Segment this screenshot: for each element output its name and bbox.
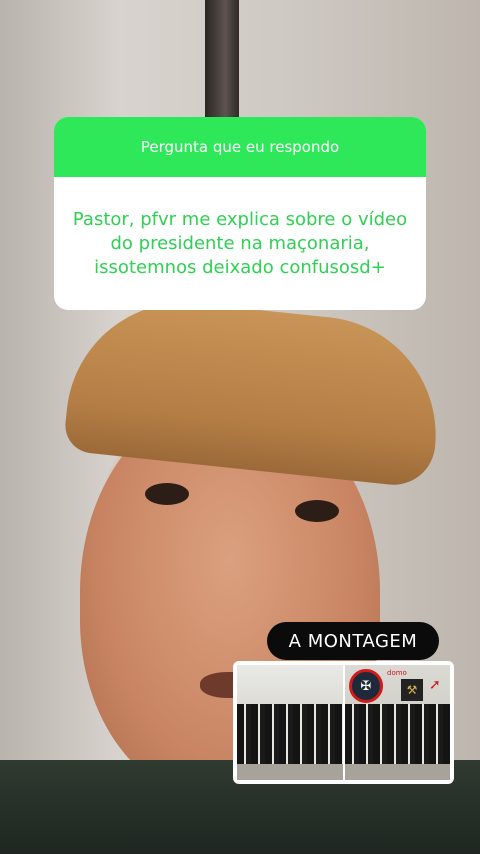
question-body: Pastor, pfvr me explica sobre o vídeo do… (54, 177, 426, 310)
left-eye (145, 483, 189, 505)
question-text: Pastor, pfvr me explica sobre o vídeo do… (72, 208, 408, 278)
question-header: Pergunta que eu respondo (54, 117, 426, 177)
masonic-square-icon: ⚒ (401, 679, 423, 701)
floor-left (237, 764, 343, 780)
question-header-text: Pergunta que eu respondo (140, 138, 340, 156)
masonic-emblem-icon: ✠ (349, 669, 383, 703)
arrow-icon: ➚ (429, 677, 441, 693)
montage-label-text: A MONTAGEM (288, 630, 418, 652)
floor-right (345, 764, 450, 780)
right-eye (295, 500, 339, 522)
group-photo-right: ✠ domo ⚒ ➚ (345, 665, 450, 780)
montage-photo[interactable]: ✠ domo ⚒ ➚ (233, 661, 454, 784)
emblem-caption: domo (387, 669, 407, 677)
group-photo-left (237, 665, 343, 780)
question-sticker[interactable]: Pergunta que eu respondo Pastor, pfvr me… (54, 117, 426, 310)
group-people-right (345, 704, 450, 764)
montage-label: A MONTAGEM (267, 622, 439, 660)
group-people-left (237, 704, 343, 764)
